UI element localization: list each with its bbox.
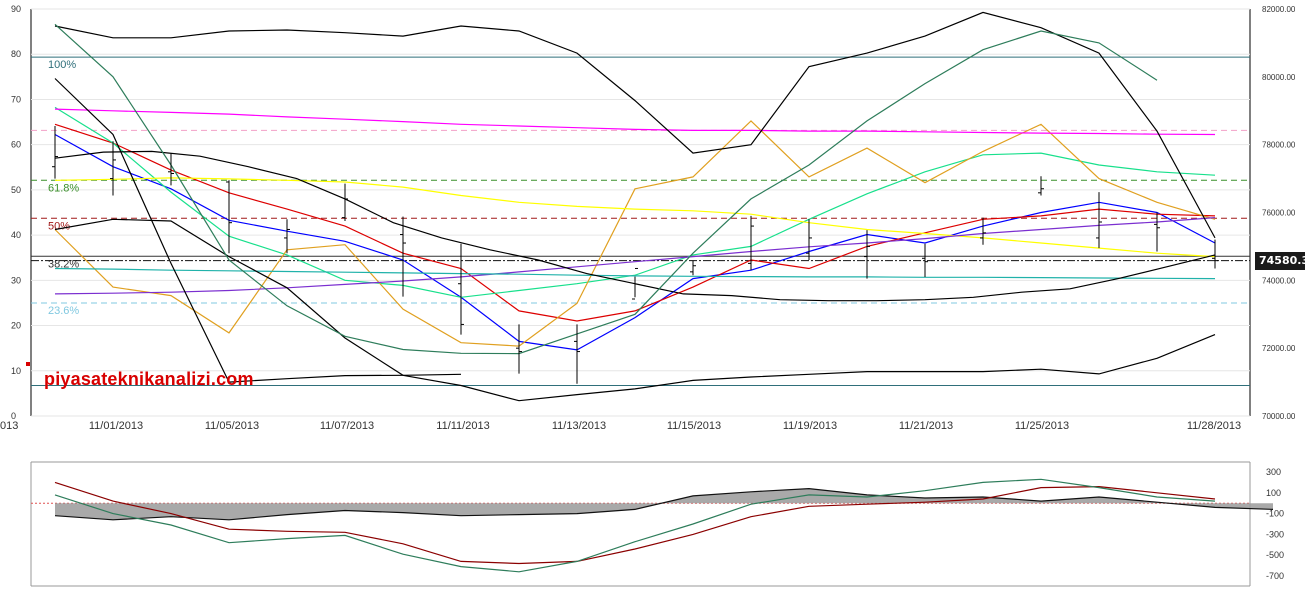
- chart-area: 100% 61.8% 50% 38.2% 23.6% 0 10 20 30 40 50 60 70 80…: [0, 0, 1305, 590]
- watermark-text: piyasateknikanalizi.com: [44, 369, 254, 389]
- right-tick-label: 82000.00: [1262, 5, 1296, 14]
- left-tick-label: 50: [11, 185, 21, 195]
- ohlc-bar: [52, 126, 58, 179]
- ohlc-bar: [458, 243, 464, 335]
- left-tick-label: 10: [11, 366, 21, 376]
- x-tick-label: 11/07/2013: [320, 420, 374, 432]
- right-tick-label: 72000.00: [1262, 344, 1296, 353]
- ohlc-bar: [1212, 239, 1218, 269]
- x-tick-label: 11/19/2013: [783, 420, 837, 432]
- left-tick-label: 90: [11, 4, 21, 14]
- ohlc-bar: [806, 219, 812, 260]
- fib-label: 100%: [48, 59, 76, 71]
- ohlc-bar: [284, 219, 290, 254]
- watermark-dot: [26, 362, 30, 366]
- x-tick-label: 11/25/2013: [1015, 420, 1069, 432]
- right-tick-label: 78000.00: [1262, 141, 1296, 150]
- x-tick-label: 11/28/2013: [1187, 420, 1241, 432]
- x-tick-label: 11/13/2013: [552, 420, 606, 432]
- x-tick-label: 11/11/2013: [436, 420, 489, 432]
- ohlc-bar: [110, 141, 116, 196]
- right-tick-label: 80000.00: [1262, 73, 1296, 82]
- x-tick-label: 11/05/2013: [205, 420, 259, 432]
- osc-histogram-area: [55, 488, 1273, 520]
- osc-tick-label: -100: [1266, 509, 1284, 519]
- left-tick-label: 80: [11, 49, 21, 59]
- osc-tick-label: -500: [1266, 550, 1284, 560]
- right-tick-label: 76000.00: [1262, 209, 1296, 218]
- ohlc-bar: [516, 324, 522, 374]
- ohlc-bar: [342, 183, 348, 221]
- ohlc-bar: [864, 230, 870, 279]
- osc-series-line: [54, 478, 1216, 573]
- ohlc-bar: [1038, 176, 1044, 196]
- left-tick-label: 30: [11, 275, 21, 285]
- ohlc-bar: [980, 217, 986, 245]
- x-tick-label: 11/01/2013: [89, 420, 143, 432]
- ohlc-bar: [1096, 192, 1102, 249]
- left-tick-label: 70: [11, 94, 21, 104]
- series-line: [54, 78, 462, 383]
- last-price-tag: 74580.37: [1255, 252, 1305, 270]
- osc-tick-label: -300: [1266, 529, 1284, 539]
- osc-tick-label: -700: [1266, 571, 1284, 581]
- osc-tick-label: 300: [1266, 467, 1281, 477]
- left-tick-label: 20: [11, 321, 21, 331]
- right-tick-label: 70000.00: [1262, 412, 1296, 421]
- x-tick-label: 11/21/2013: [899, 420, 953, 432]
- osc-tick-label: 100: [1266, 488, 1281, 498]
- right-tick-label: 74000.00: [1262, 276, 1296, 285]
- ohlc-bar: [690, 260, 696, 276]
- osc-series-line: [54, 481, 1216, 565]
- ohlc-bar: [748, 215, 754, 271]
- fib-label: 50%: [48, 220, 70, 232]
- left-tick-label: 60: [11, 140, 21, 150]
- fib-label: 23.6%: [48, 305, 79, 317]
- x-tick-label: 11/15/2013: [667, 420, 721, 432]
- left-tick-label: 40: [11, 230, 21, 240]
- x-tick-label: 013: [0, 420, 18, 432]
- fib-label: 61.8%: [48, 182, 79, 194]
- chart-canvas: 100%61.8%50%38.2%23.6% 01020304050607080…: [0, 4, 1296, 587]
- ohlc-bar: [226, 180, 232, 254]
